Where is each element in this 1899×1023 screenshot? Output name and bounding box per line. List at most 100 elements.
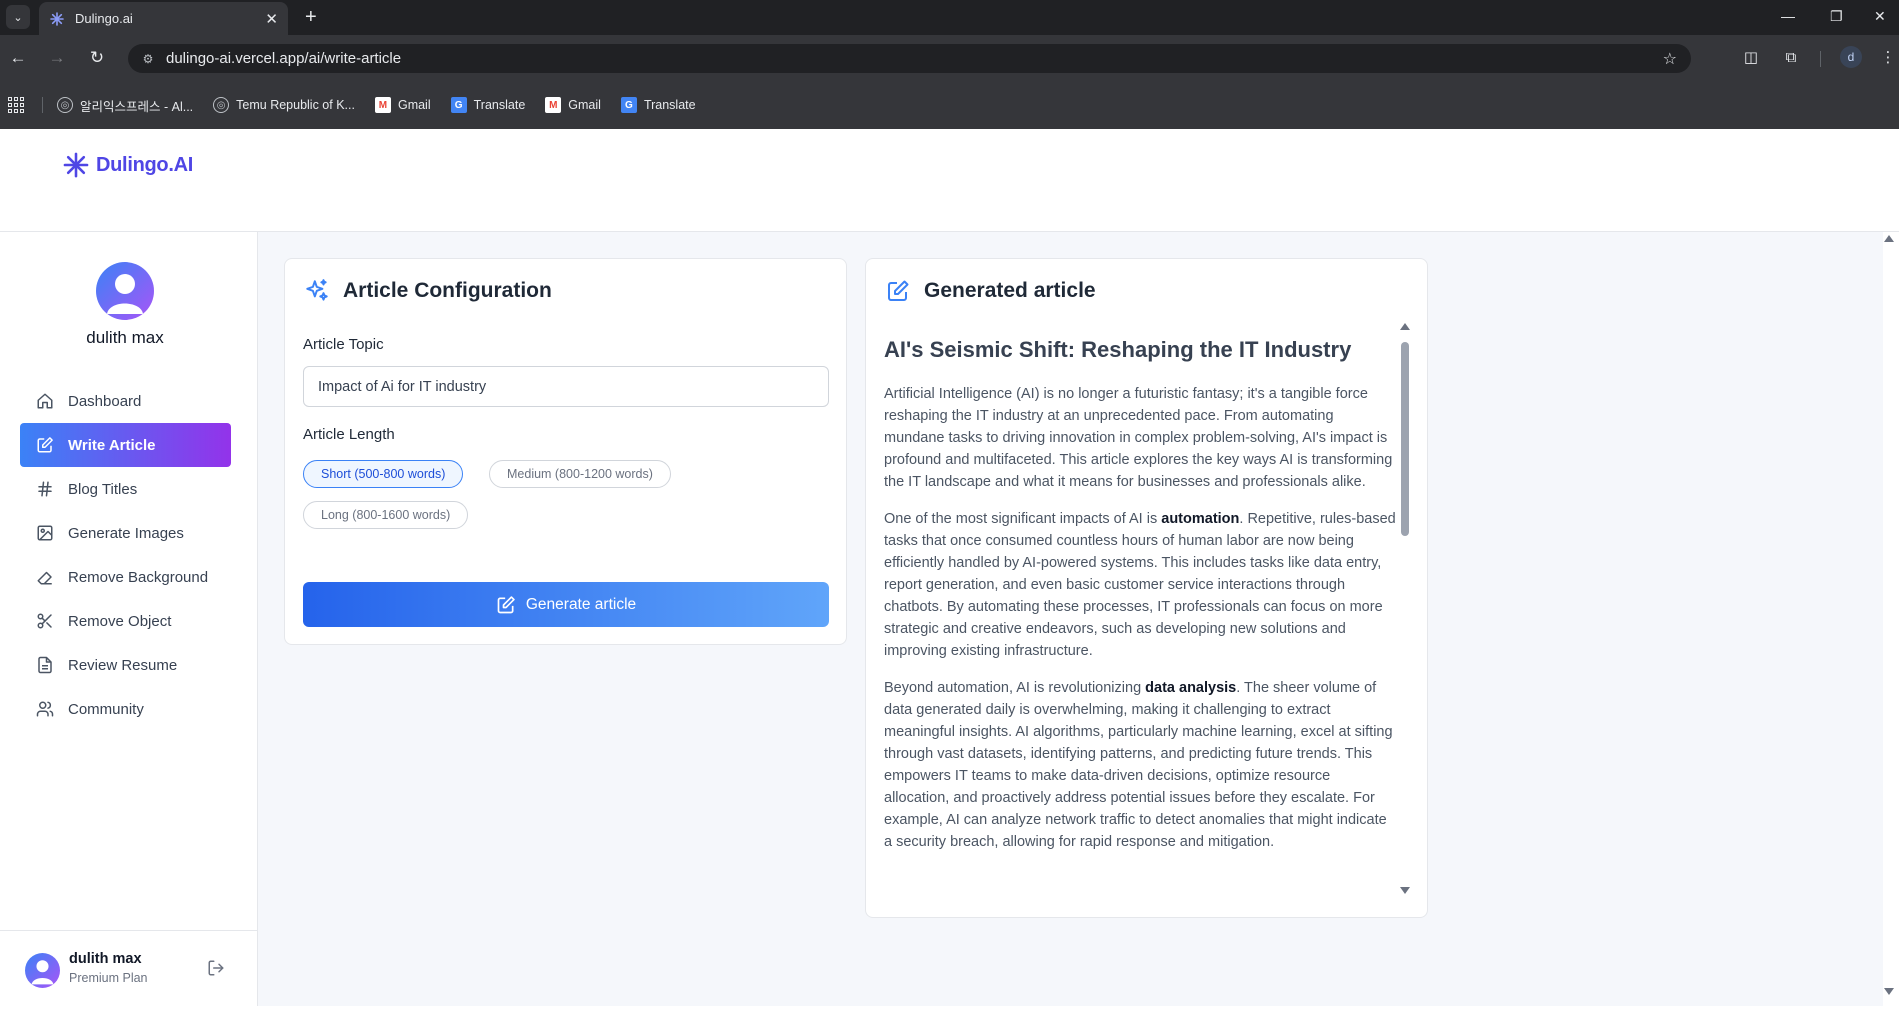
length-option-short[interactable]: Short (500-800 words) xyxy=(303,460,464,488)
bookmark-label: Gmail xyxy=(397,98,431,112)
article-scrollbar-thumb[interactable] xyxy=(1401,342,1409,536)
topic-label: Article Topic xyxy=(303,336,384,353)
bookmark-item[interactable]: ◎ 알리익스프레스 - Al... xyxy=(57,96,193,115)
sidebar-item-dashboard[interactable]: Dashboard xyxy=(20,379,231,423)
footer-user-name: dulith max xyxy=(69,951,142,967)
config-title-text: Article Configuration xyxy=(343,279,552,302)
image-icon xyxy=(36,524,54,542)
sidebar-item-blog-titles[interactable]: Blog Titles xyxy=(20,467,231,511)
sidebar-item-community[interactable]: Community xyxy=(20,687,231,731)
article-content[interactable]: AI's Seismic Shift: Reshaping the IT Ind… xyxy=(884,336,1396,899)
address-bar[interactable]: ⚙ dulingo-ai.vercel.app/ai/write-article… xyxy=(128,44,1691,73)
sidebar-item-label: Dashboard xyxy=(68,392,142,410)
minimize-button[interactable]: — xyxy=(1781,4,1795,28)
sidebar-item-write-article[interactable]: Write Article xyxy=(20,423,231,467)
article-panel-title-text: Generated article xyxy=(924,279,1096,302)
browser-toolbar: ← → ↻ ⚙ dulingo-ai.vercel.app/ai/write-a… xyxy=(0,35,1899,129)
bookmark-item[interactable]: M Gmail xyxy=(374,97,431,113)
browser-tab-bar: ⌄ Dulingo.ai ✕ + — ❐ ✕ xyxy=(0,0,1899,35)
bookmark-label: Translate xyxy=(473,98,526,112)
tab-close-icon[interactable]: ✕ xyxy=(265,10,278,28)
extensions-icon[interactable]: ⧉ xyxy=(1780,46,1802,68)
app-header: Dulingo.AI xyxy=(0,129,1899,232)
sidebar-item-label: Generate Images xyxy=(68,524,184,542)
sidebar-nav: Dashboard Write Article Blog Titles Gene… xyxy=(20,379,231,731)
sidebar-user-name: dulith max xyxy=(86,328,164,347)
article-configuration-card: Article Configuration Article Topic Arti… xyxy=(284,258,847,645)
logout-icon[interactable] xyxy=(207,959,225,977)
sidebar-item-review-resume[interactable]: Review Resume xyxy=(20,643,231,687)
sidebar-item-label: Remove Background xyxy=(68,568,209,586)
edit-icon xyxy=(496,595,516,615)
sidebar-item-label: Write Article xyxy=(68,436,156,454)
globe-icon: ◎ xyxy=(213,97,230,113)
gmail-icon: M xyxy=(374,97,391,113)
tab-title: Dulingo.ai xyxy=(75,11,133,26)
hash-icon xyxy=(36,480,54,498)
generated-article-card: Generated article AI's Seismic Shift: Re… xyxy=(865,258,1428,918)
tab-search-button[interactable]: ⌄ xyxy=(6,5,30,29)
sidebar-item-generate-images[interactable]: Generate Images xyxy=(20,511,231,555)
user-silhouette-icon xyxy=(107,274,143,314)
reading-mode-icon[interactable]: ◫ xyxy=(1740,46,1762,68)
browser-tab[interactable]: Dulingo.ai ✕ xyxy=(39,2,288,35)
bookmark-label: Temu Republic of K... xyxy=(236,98,355,112)
home-icon xyxy=(36,392,54,410)
sidebar: dulith max Dashboard Write Article Blog … xyxy=(0,232,258,1006)
forward-button[interactable]: → xyxy=(44,45,70,71)
sparkle-logo-icon xyxy=(63,152,89,178)
bookmarks-bar: ◎ 알리익스프레스 - Al... ◎ Temu Republic of K... … xyxy=(0,90,1899,120)
back-button[interactable]: ← xyxy=(5,45,31,71)
sidebar-item-remove-background[interactable]: Remove Background xyxy=(20,555,231,599)
config-title: Article Configuration xyxy=(303,277,552,305)
bookmarks-divider xyxy=(42,97,43,113)
article-paragraph: Beyond automation, AI is revolutionizing… xyxy=(884,679,1393,850)
profile-avatar[interactable]: d xyxy=(1840,46,1862,68)
file-text-icon xyxy=(36,656,54,674)
apps-grid-icon[interactable] xyxy=(8,97,24,113)
browser-menu-icon[interactable]: ⋮ xyxy=(1877,46,1899,68)
bookmark-label: Gmail xyxy=(568,98,601,112)
article-scroll-up-arrow[interactable] xyxy=(1400,323,1410,330)
generate-article-label: Generate article xyxy=(525,595,637,613)
logo[interactable]: Dulingo.AI xyxy=(62,151,193,179)
site-info-icon[interactable]: ⚙ xyxy=(140,51,156,67)
url-text: dulingo-ai.vercel.app/ai/write-article xyxy=(166,50,402,67)
restore-button[interactable]: ❐ xyxy=(1830,4,1843,28)
users-icon xyxy=(36,700,54,718)
bookmark-item[interactable]: M Gmail xyxy=(545,97,601,113)
topic-input[interactable] xyxy=(303,366,829,407)
bookmark-item[interactable]: G Translate xyxy=(450,97,526,113)
footer-avatar xyxy=(25,953,60,988)
translate-icon: G xyxy=(450,97,467,113)
bookmark-label: Translate xyxy=(643,98,696,112)
article-heading: AI's Seismic Shift: Reshaping the IT Ind… xyxy=(884,337,1352,362)
length-option-long[interactable]: Long (800-1600 words) xyxy=(303,501,469,529)
bookmark-label: 알리익스프레스 - Al... xyxy=(80,99,194,114)
user-silhouette-icon xyxy=(31,960,54,985)
sidebar-item-label: Remove Object xyxy=(68,612,172,630)
generate-article-button[interactable]: Generate article xyxy=(303,582,829,627)
sidebar-item-remove-object[interactable]: Remove Object xyxy=(20,599,231,643)
sparkles-icon xyxy=(303,277,331,305)
footer-plan: Premium Plan xyxy=(69,971,148,985)
page-scroll-down-arrow[interactable] xyxy=(1884,988,1894,995)
main-content: Article Configuration Article Topic Arti… xyxy=(258,232,1883,1006)
bookmark-item[interactable]: ◎ Temu Republic of K... xyxy=(213,97,355,113)
sidebar-item-label: Review Resume xyxy=(68,656,178,674)
eraser-icon xyxy=(36,568,54,586)
length-option-medium[interactable]: Medium (800-1200 words) xyxy=(489,460,671,488)
bookmark-star-icon[interactable]: ☆ xyxy=(1663,49,1677,69)
sidebar-footer: dulith max Premium Plan xyxy=(0,930,257,1006)
close-window-button[interactable]: ✕ xyxy=(1874,4,1886,28)
new-tab-button[interactable]: + xyxy=(305,5,317,29)
edit-icon xyxy=(36,436,54,454)
reload-button[interactable]: ↻ xyxy=(84,45,110,71)
bookmark-item[interactable]: G Translate xyxy=(620,97,696,113)
article-paragraph: Artificial Intelligence (AI) is no longe… xyxy=(884,385,1393,490)
article-scroll-down-arrow[interactable] xyxy=(1400,887,1410,894)
scissors-icon xyxy=(36,612,54,630)
page-scroll-up-arrow[interactable] xyxy=(1884,235,1894,242)
length-label: Article Length xyxy=(303,426,395,443)
toolbar-divider xyxy=(1820,51,1821,67)
